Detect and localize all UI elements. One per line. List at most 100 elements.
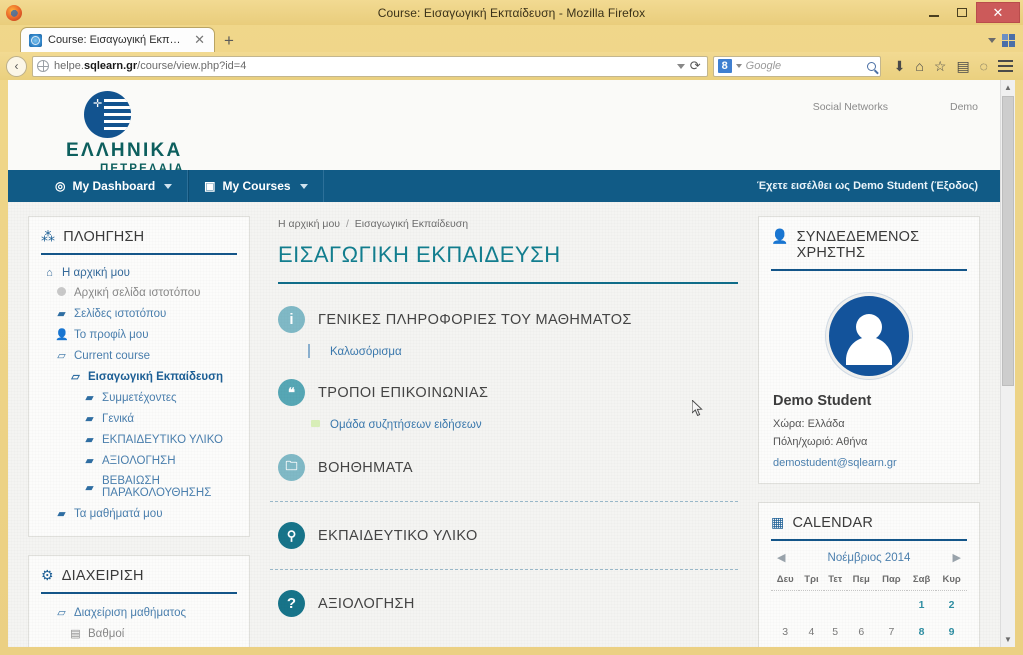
logo-plus-icon: ✛ [93,98,103,110]
breadcrumb-item-home[interactable]: Η αρχική μου [278,218,340,230]
calendar-day[interactable]: 14 [876,645,907,647]
browser-tab[interactable]: Course: Εισαγωγική Εκπαίδευση ✕ [20,27,215,52]
section-separator [270,501,738,502]
sidebar-item-site-pages[interactable]: ▰ Σελίδες ιστοτόπου [41,303,237,324]
search-bar[interactable]: 8 Google [712,55,881,77]
search-engine-dropdown-icon[interactable] [735,64,742,68]
page-scrollbar[interactable]: ▲ ▼ [1000,80,1015,647]
menu-icon[interactable] [998,60,1013,72]
calendar-next-icon[interactable]: ▶ [953,551,961,564]
dashboard-icon: ◎ [55,179,66,193]
sync-icon[interactable]: ◌ [980,59,988,73]
navigation-list: ⌂ Η αρχική μου Αρχική σελίδα ιστοτόπου ▰ Σ… [41,263,237,524]
course-section-aids: 🗀 ΒΟΗΘΗΜΑΤΑ [270,454,738,481]
sidebar-item-home[interactable]: ⌂ Η αρχική μου [41,263,237,283]
sidebar-item-my-profile[interactable]: 👤 Το προφίλ μου [41,324,237,345]
calendar-day[interactable]: 2 [936,591,967,619]
calendar-day[interactable]: 11 [799,645,823,647]
scroll-down-icon[interactable]: ▼ [1001,632,1015,647]
calendar-day[interactable]: 16 [936,645,967,647]
tab-close-icon[interactable]: ✕ [191,32,208,48]
calendar-day[interactable]: 15 [907,645,936,647]
scrollbar-thumb[interactable] [1002,96,1014,386]
nav-item-my-courses[interactable]: ▣ My Courses [188,170,324,202]
login-status[interactable]: Έχετε εισέλθει ως Demo Student (Έξοδος) [757,170,1000,202]
sidebar-item-educational-material[interactable]: ▰ ΕΚΠΑΙΔΕΥΤΙΚΟ ΥΛΙΚΟ [41,429,237,450]
breadcrumb-item-course[interactable]: Εισαγωγική Εκπαίδευση [355,218,468,230]
calendar-day[interactable]: 3 [771,618,799,645]
calendar-day[interactable]: 4 [799,618,823,645]
google-icon: 8 [717,59,732,73]
logo-line-1: ΕΛΛΗΝΙΚΑ [66,140,183,161]
calendar-weekday-row: Δευ Τρι Τετ Πεμ Παρ Σαβ Κυρ [771,570,967,591]
calendar-prev-icon[interactable]: ◀ [777,551,785,564]
calendar-day[interactable]: 7 [876,618,907,645]
sidebar-item-current-course[interactable]: ▱ Current course [41,345,237,366]
sidebar-item-grades[interactable]: ▤ Βαθμοί [41,623,237,644]
list-all-tabs-icon[interactable] [988,38,996,43]
calendar-week-row: 1 2 [771,591,967,619]
calendar-day[interactable]: 9 [936,618,967,645]
url-path: /course/view.php?id=4 [137,60,247,72]
page-viewport: ✛ ΕΛΛΗΝΙΚΑ ΠΕΤΡΕΛΑΙΑ Social Networks Dem… [8,80,1015,647]
header-link-social-networks[interactable]: Social Networks [813,101,888,113]
sidebar-item-eisagogiki-ekpaidefsi[interactable]: ▱ Εισαγωγική Εκπαίδευση [41,366,237,387]
sidebar-item-label: Αρχική σελίδα ιστοτόπου [74,287,201,299]
title-divider [278,282,738,284]
sidebar-item-evaluation[interactable]: ▰ ΑΞΙΟΛΟΓΗΣΗ [41,450,237,471]
section-title: ΓΕΝΙΚΕΣ ΠΛΗΡΟΦΟΡΙΕΣ ΤΟΥ ΜΑΘΗΜΑΤΟΣ [318,311,632,328]
sidebar-item-certificate[interactable]: ▰ ΒΕΒΑΙΩΣΗ ΠΑΡΑΚΟΛΟΥΘΗΣΗΣ [41,471,237,503]
navigation-block-title: ΠΛΟΗΓΗΣΗ [63,229,145,245]
back-button[interactable]: ‹ [6,55,27,77]
calendar-day[interactable]: 6 [847,618,876,645]
calendar-day[interactable]: 1 [907,591,936,619]
activity-kalosorisma[interactable]: Καλωσόρισμα [278,339,738,365]
tab-groups-icon[interactable] [1002,34,1015,47]
home-icon[interactable]: ⌂ [915,59,923,73]
sidebar-item-label: ΑΞΙΟΛΟΓΗΣΗ [102,454,176,467]
downloads-icon[interactable]: ⬇ [894,59,906,73]
sidebar-item-label: Βαθμοί [88,627,125,640]
block-divider [771,269,967,271]
sidebar-item-site-home[interactable]: Αρχική σελίδα ιστοτόπου [41,283,237,303]
sidebar-item-label: Εισαγωγική Εκπαίδευση [88,370,223,383]
navigation-toolbar: ‹ helpe.sqlearn.gr/course/view.php?id=4 … [0,52,1023,80]
site-header: ✛ ΕΛΛΗΝΙΚΑ ΠΕΤΡΕΛΑΙΑ Social Networks Dem… [8,80,1000,175]
calendar-day[interactable]: 13 [847,645,876,647]
calendar-day [876,591,907,619]
site-logo[interactable]: ✛ ΕΛΛΗΝΙΚΑ ΠΕΤΡΕΛΑΙΑ [66,80,1000,175]
user-email[interactable]: demostudent@sqlearn.gr [771,451,967,471]
calendar-day[interactable]: 5 [824,618,847,645]
scroll-up-icon[interactable]: ▲ [1001,80,1015,95]
calendar-weekday: Δευ [771,570,800,591]
new-tab-button[interactable]: + [215,32,243,52]
home-icon: ⌂ [46,267,53,279]
sidebar-item-label: Συμμετέχοντες [102,391,177,404]
url-prefix: helpe. [54,60,84,72]
sidebar-item-course-administration[interactable]: ▱ Διαχείριση μαθήματος [41,602,237,623]
calendar-day[interactable]: 10 [771,645,799,647]
question-icon: ? [278,590,305,617]
sidebar-item-general[interactable]: ▰ Γενικά [41,408,237,429]
administration-block: ⚙ ΔΙΑΧΕΙΡΙΣΗ ▱ Διαχείριση μαθήματος ▤ Βαθμ… [28,555,250,647]
reload-icon[interactable]: ⟳ [690,58,701,74]
sidebar-item-label: ΕΚΠΑΙΔΕΥΤΙΚΟ ΥΛΙΚΟ [102,433,223,446]
url-dropdown-icon[interactable] [676,63,685,69]
sidebar-item-my-courses[interactable]: ▰ Τα μαθήματά μου [41,503,237,524]
user-name: Demo Student [773,393,872,409]
right-column: 👤 ΣΥΝΔΕΔΕΜΕΝΟΣ ΧΡΗΣΤΗΣ Demo Student Χώρα… [758,216,980,647]
library-icon[interactable]: ▤ [956,59,969,73]
avatar[interactable] [826,293,912,379]
nav-item-my-dashboard[interactable]: ◎ My Dashboard [40,170,189,202]
course-section-communication: ❝ ΤΡΟΠΟΙ ΕΠΙΚΟΙΝΩΝΙΑΣ Ομάδα συζητήσεων ε… [270,379,738,438]
sitemap-icon: ⁂ [41,228,56,244]
header-link-demo[interactable]: Demo [950,101,978,113]
calendar-day[interactable]: 12 [824,645,847,647]
search-magnifier-icon[interactable] [866,61,876,71]
bookmark-star-icon[interactable]: ☆ [934,59,947,73]
sidebar-item-participants[interactable]: ▰ Συμμετέχοντες [41,387,237,408]
search-input[interactable]: Google [746,60,863,72]
activity-news-forum[interactable]: Ομάδα συζητήσεων ειδήσεων [278,412,738,438]
calendar-day[interactable]: 8 [907,618,936,645]
url-bar[interactable]: helpe.sqlearn.gr/course/view.php?id=4 ⟳ [32,55,708,77]
